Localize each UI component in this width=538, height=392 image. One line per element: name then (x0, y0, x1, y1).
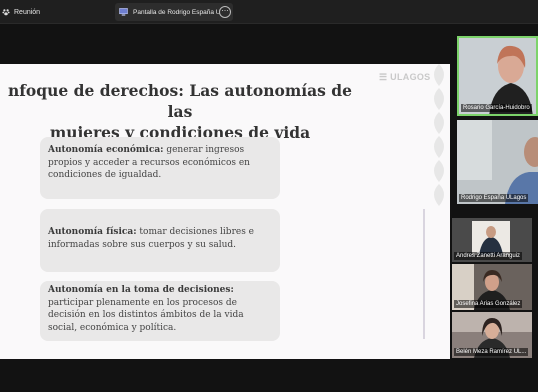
participant-video-icon (457, 120, 538, 204)
shared-slide: nfoque de derechos: Las autonomías de la… (0, 64, 450, 359)
top-bar: Reunión Pantalla de Rodrigo España U ⋯ (0, 0, 538, 24)
screen-share-icon (119, 8, 128, 16)
box-heading: Autonomía en la toma de decisiones: (48, 285, 234, 295)
vertical-ministry-text-icon (423, 209, 425, 339)
logo-mark-icon: ☰ (379, 72, 391, 82)
participant-tile[interactable]: Andres Zanetti Aranguiz (452, 218, 532, 262)
box-heading: Autonomía física: (48, 227, 137, 237)
participant-name: Andres Zanetti Aranguiz (454, 252, 523, 260)
participant-name: Rosario García-Huidobro (461, 104, 532, 112)
tab-label: Pantalla de Rodrigo España U (133, 8, 221, 16)
meeting-window: Reunión Pantalla de Rodrigo España U ⋯ n… (0, 0, 538, 392)
screen-share-tab[interactable]: Pantalla de Rodrigo España U ⋯ (115, 3, 233, 21)
participant-tile[interactable]: Belén Meza Ramírez UL... (452, 312, 532, 358)
logo-text: ULAGOS (390, 72, 431, 82)
participant-tile[interactable]: Rodrigo España ULagos (457, 120, 538, 204)
ulagos-logo: ☰ ULAGOS (379, 72, 430, 83)
meeting-menu[interactable]: Reunión (0, 0, 40, 24)
participant-tile[interactable]: Josefina Arias González (452, 264, 532, 310)
title-line-1: nfoque de derechos: Las autonomías de la… (8, 81, 352, 121)
autonomy-box-economic: Autonomía económica: generar ingresos pr… (40, 137, 280, 199)
box-text: participar plenamente en los procesos de… (48, 297, 244, 333)
participant-tile-active[interactable]: Rosario García-Huidobro (457, 36, 538, 116)
slide-title: nfoque de derechos: Las autonomías de la… (0, 80, 360, 143)
meeting-label: Reunión (14, 8, 41, 16)
box-heading: Autonomía económica: (48, 145, 164, 155)
autonomy-box-physical: Autonomía física: tomar decisiones libre… (40, 209, 280, 272)
more-icon[interactable]: ⋯ (219, 6, 231, 18)
participant-name: Rodrigo España ULagos (459, 194, 529, 202)
paw-icon (2, 9, 10, 16)
participant-name: Belén Meza Ramírez UL... (454, 348, 529, 356)
autonomy-box-decisions: Autonomía en la toma de decisiones: part… (40, 281, 280, 341)
participant-name: Josefina Arias González (454, 300, 523, 308)
leaf-decoration-icon (434, 64, 444, 206)
